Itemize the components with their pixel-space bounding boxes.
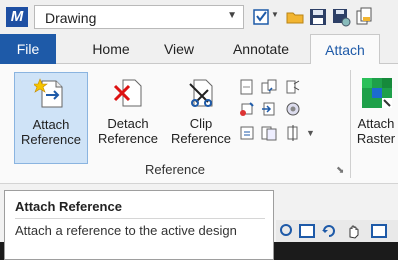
workflow-icon[interactable] [252,7,272,27]
title-bar: M Drawing ▼ ▼ [0,0,398,34]
tooltip-divider [15,218,265,219]
detach-reference-button[interactable]: Detach Reference [92,72,164,164]
ribbon-panel: Attach Reference Detach Reference Clip R… [0,64,398,184]
attach-reference-label-2: Reference [21,132,81,147]
group-separator [350,70,351,178]
detach-reference-icon [113,79,142,107]
clip-reference-label-2: Reference [171,131,231,146]
workspace-select-value: Drawing [45,10,97,26]
save-icon[interactable] [308,7,328,27]
chevron-down-icon: ▼ [227,10,237,21]
tab-attach[interactable]: Attach [310,34,380,65]
attach-raster-label-1: Attach [357,116,395,131]
attach-reference-label-1: Attach [32,117,70,132]
copy-reference-icon[interactable] [284,78,302,96]
reference-group-label: Reference [145,162,205,177]
tab-file[interactable]: File [0,34,56,64]
view-toolbar [276,220,398,242]
attach-raster-label-2: Raster [356,131,396,146]
app-logo[interactable]: M [6,7,28,27]
attach-raster-icon [362,78,392,108]
zoom-icon[interactable] [278,222,296,240]
pan-view-icon[interactable] [344,222,362,240]
reload-reference-icon[interactable] [238,78,256,96]
clip-reference-button[interactable]: Clip Reference [166,72,236,164]
dialog-launcher-icon[interactable]: ⬊ [336,165,344,176]
open-folder-icon[interactable] [285,7,305,27]
merge-reference-icon[interactable] [260,124,278,142]
rotate-view-icon[interactable] [320,222,338,240]
attach-raster-button[interactable]: Attach Raster [354,72,398,164]
ribbon-tabs: File Home View Annotate Attach [0,34,398,65]
rotate-reference-icon[interactable] [238,100,256,118]
attach-reference-icon [34,78,63,108]
view-previous-icon[interactable] [370,222,388,240]
detach-reference-label-1: Detach [107,116,149,131]
tooltip-body: Attach a reference to the active design [15,223,237,238]
move-reference-icon[interactable] [260,100,278,118]
clip-reference-icon [189,79,213,107]
fit-view-icon[interactable] [298,222,316,240]
copy-icon[interactable] [354,7,374,27]
exchange-reference-icon[interactable] [260,78,278,96]
tooltip: Attach Reference Attach a reference to t… [4,190,274,260]
detach-reference-label-2: Reference [98,131,158,146]
mirror-reference-icon[interactable] [238,124,256,142]
chevron-down-icon[interactable]: ▼ [271,10,279,19]
tab-view[interactable]: View [152,34,206,64]
more-reference-tools-icon[interactable] [284,124,302,142]
workspace-select[interactable]: Drawing ▼ [34,5,244,29]
chevron-down-icon[interactable]: ▼ [306,128,315,138]
scale-reference-icon[interactable] [284,100,302,118]
tab-home[interactable]: Home [80,34,142,64]
tooltip-title: Attach Reference [15,199,122,214]
clip-reference-label-1: Clip [189,116,213,131]
tab-annotate[interactable]: Annotate [218,34,304,64]
attach-reference-button[interactable]: Attach Reference [14,72,88,164]
save-settings-icon[interactable] [331,7,351,27]
